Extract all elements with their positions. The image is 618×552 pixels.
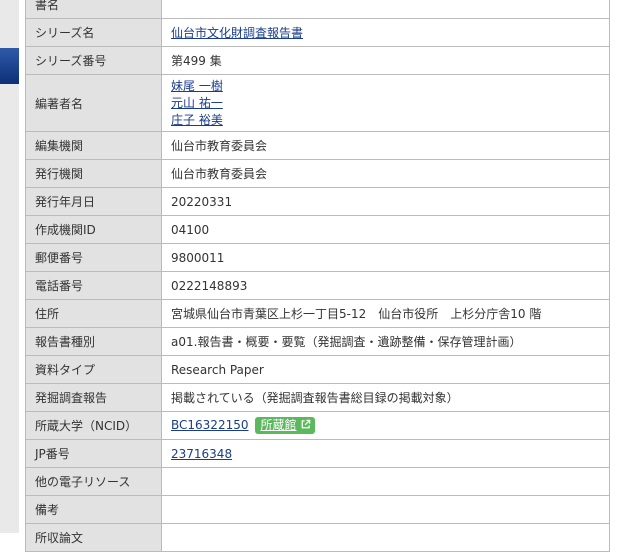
field-label-postal-code: 郵便番号 [25,243,162,272]
table-row: シリーズ名 仙台市文化財調査報告書 [25,18,610,47]
table-row: 書名 [25,0,610,19]
field-label-org-id: 作成機関ID [25,215,162,244]
external-link-icon [301,419,310,429]
field-label-publish-date: 発行年月日 [25,187,162,216]
field-value-address: 宮城県仙台市青葉区上杉一丁目5-12 仙台市役所 上杉分庁舎10 階 [161,299,610,328]
author-link[interactable]: 妹尾 一樹 [171,78,609,95]
field-label-excavation-report: 発掘調査報告 [25,383,162,412]
table-row: シリーズ番号 第499 集 [25,46,610,75]
field-value-series-name: 仙台市文化財調査報告書 [161,18,610,47]
field-value-material-type: Research Paper [161,355,610,384]
table-row: 編集機関 仙台市教育委員会 [25,131,610,160]
table-row: 作成機関ID 04100 [25,215,610,244]
table-row: 他の電子リソース [25,467,610,496]
field-value-included-papers [161,523,610,552]
field-label-ncid: 所蔵大学（NCID） [25,411,162,440]
author-link[interactable]: 庄子 裕美 [171,112,609,129]
left-sidebar-strip [0,0,19,533]
field-value-title [161,0,610,19]
table-row: 所蔵大学（NCID） BC16322150 所蔵館 [25,411,610,440]
field-value-series-number: 第499 集 [161,46,610,75]
field-label-title: 書名 [25,0,162,19]
table-row: 所収論文 [25,523,610,552]
metadata-table: 書名 シリーズ名 仙台市文化財調査報告書 シリーズ番号 第499 集 編著者名 … [25,0,610,552]
jp-number-link[interactable]: 23716348 [171,447,232,461]
field-value-authors: 妹尾 一樹 元山 祐一 庄子 裕美 [161,74,610,132]
ncid-link[interactable]: BC16322150 [171,418,248,432]
field-label-material-type: 資料タイプ [25,355,162,384]
table-row: 報告書種別 a01.報告書・概要・要覧（発掘調査・遺跡整備・保存管理計画） [25,327,610,356]
table-row: 編著者名 妹尾 一樹 元山 祐一 庄子 裕美 [25,74,610,132]
field-value-other-e-resources [161,467,610,496]
field-label-address: 住所 [25,299,162,328]
field-value-editor-org: 仙台市教育委員会 [161,131,610,160]
table-row: 発行機関 仙台市教育委員会 [25,159,610,188]
field-label-jp-number: JP番号 [25,439,162,468]
field-value-org-id: 04100 [161,215,610,244]
holdings-button-label: 所蔵館 [260,418,297,432]
field-label-publisher-org: 発行機関 [25,159,162,188]
author-link[interactable]: 元山 祐一 [171,95,609,112]
field-value-report-type: a01.報告書・概要・要覧（発掘調査・遺跡整備・保存管理計画） [161,327,610,356]
table-row: 資料タイプ Research Paper [25,355,610,384]
field-label-series-number: シリーズ番号 [25,46,162,75]
field-label-series-name: シリーズ名 [25,18,162,47]
table-row: 電話番号 0222148893 [25,271,610,300]
field-label-notes: 備考 [25,495,162,524]
table-row: 備考 [25,495,610,524]
holdings-button[interactable]: 所蔵館 [255,417,315,434]
table-row: JP番号 23716348 [25,439,610,468]
field-label-phone: 電話番号 [25,271,162,300]
field-label-other-e-resources: 他の電子リソース [25,467,162,496]
table-row: 住所 宮城県仙台市青葉区上杉一丁目5-12 仙台市役所 上杉分庁舎10 階 [25,299,610,328]
sidebar-toggle-tab[interactable] [0,48,19,84]
field-value-notes [161,495,610,524]
series-name-link[interactable]: 仙台市文化財調査報告書 [171,26,303,40]
field-value-postal-code: 9800011 [161,243,610,272]
field-value-publish-date: 20220331 [161,187,610,216]
field-value-ncid: BC16322150 所蔵館 [161,411,610,440]
field-label-editor-org: 編集機関 [25,131,162,160]
field-label-authors: 編著者名 [25,74,162,132]
field-value-phone: 0222148893 [161,271,610,300]
field-label-included-papers: 所収論文 [25,523,162,552]
table-row: 発行年月日 20220331 [25,187,610,216]
field-value-jp-number: 23716348 [161,439,610,468]
table-row: 発掘調査報告 掲載されている（発掘調査報告書総目録の掲載対象） [25,383,610,412]
field-value-publisher-org: 仙台市教育委員会 [161,159,610,188]
field-label-report-type: 報告書種別 [25,327,162,356]
table-row: 郵便番号 9800011 [25,243,610,272]
field-value-excavation-report: 掲載されている（発掘調査報告書総目録の掲載対象） [161,383,610,412]
